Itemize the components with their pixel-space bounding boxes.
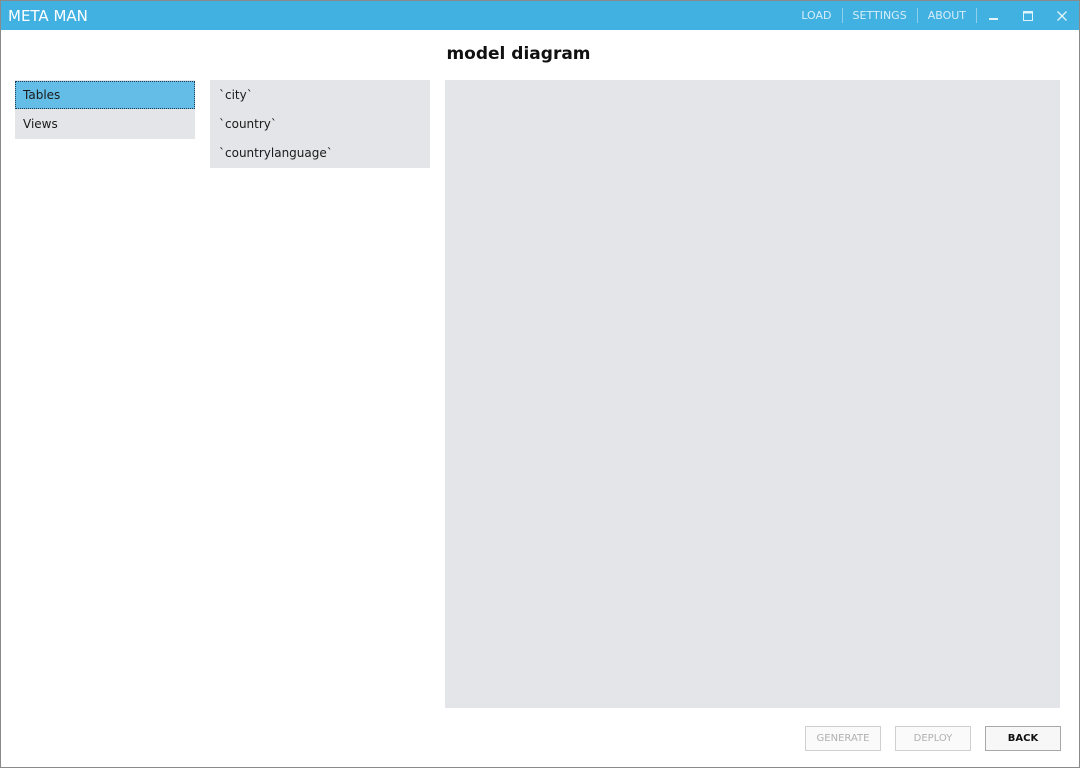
- generate-button[interactable]: GENERATE: [805, 726, 881, 751]
- page-title: model diagram: [446, 44, 591, 64]
- deploy-button[interactable]: DEPLOY: [895, 726, 971, 751]
- category-item-views[interactable]: Views: [15, 110, 195, 138]
- category-item-tables[interactable]: Tables: [15, 81, 195, 109]
- app-window: META MAN LOAD SETTINGS ABOUT model diagr…: [0, 0, 1080, 768]
- table-item-countrylanguage[interactable]: `countrylanguage`: [210, 139, 430, 168]
- title-bar[interactable]: META MAN LOAD SETTINGS ABOUT: [1, 1, 1079, 30]
- back-button[interactable]: BACK: [985, 726, 1061, 751]
- top-menu: LOAD SETTINGS ABOUT: [791, 1, 1079, 30]
- diagram-canvas[interactable]: [445, 80, 1060, 708]
- table-item-city[interactable]: `city`: [210, 81, 430, 110]
- close-icon: [1057, 10, 1067, 21]
- maximize-icon: [1023, 10, 1033, 21]
- close-button[interactable]: [1045, 1, 1079, 30]
- maximize-button[interactable]: [1011, 1, 1045, 30]
- menu-about[interactable]: ABOUT: [918, 1, 976, 30]
- category-list: Tables Views: [15, 80, 195, 139]
- app-title: META MAN: [8, 7, 88, 25]
- menu-settings[interactable]: SETTINGS: [843, 1, 917, 30]
- table-item-country[interactable]: `country`: [210, 110, 430, 139]
- minimize-button[interactable]: [977, 1, 1011, 30]
- menu-load[interactable]: LOAD: [791, 1, 841, 30]
- minimize-icon: [989, 17, 998, 20]
- table-list: `city` `country` `countrylanguage`: [210, 80, 430, 168]
